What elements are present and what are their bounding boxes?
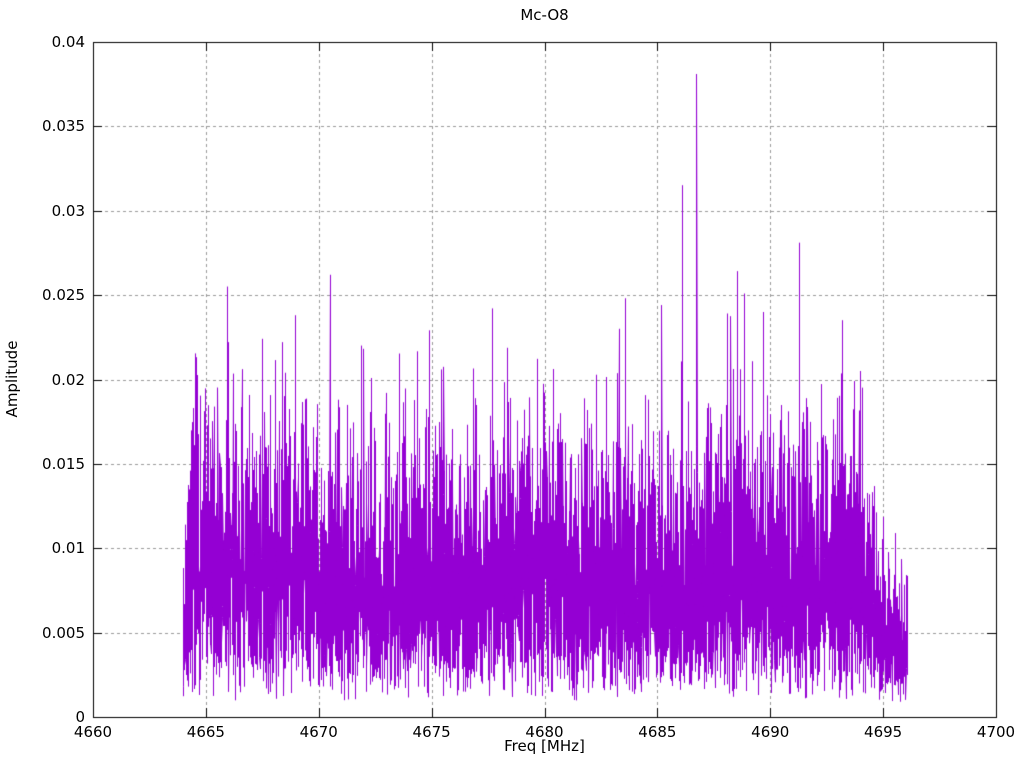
x-tick-label: 4695 xyxy=(864,723,903,741)
x-tick-label: 4700 xyxy=(976,723,1016,741)
spectrum-chart: Mc-O8 Amplitude Freq [MHz] 0 0.005 0.01 0.0… xyxy=(0,0,1024,768)
y-tick-label: 0.015 xyxy=(42,454,85,473)
y-tick-label: 0 xyxy=(75,708,85,726)
y-tick-label: 0.025 xyxy=(42,286,85,305)
x-tick-label: 4670 xyxy=(299,723,338,741)
y-tick-label: 0.03 xyxy=(51,201,85,220)
x-tick-label: 4675 xyxy=(412,723,451,741)
chart-title: Mc-O8 xyxy=(520,6,569,24)
x-tick-label: 4665 xyxy=(186,723,225,741)
x-tick-label: 4680 xyxy=(525,723,564,741)
x-tick-label: 4685 xyxy=(638,723,677,741)
y-tick-label: 0.01 xyxy=(51,539,85,558)
plot-canvas xyxy=(0,0,1024,768)
y-tick-label: 0.005 xyxy=(42,623,85,642)
y-tick-label: 0.02 xyxy=(51,370,85,389)
y-tick-label: 0.04 xyxy=(51,33,85,51)
x-tick-label: 4660 xyxy=(73,723,113,741)
x-tick-label: 4690 xyxy=(751,723,790,741)
y-tick-label: 0.035 xyxy=(42,117,85,136)
